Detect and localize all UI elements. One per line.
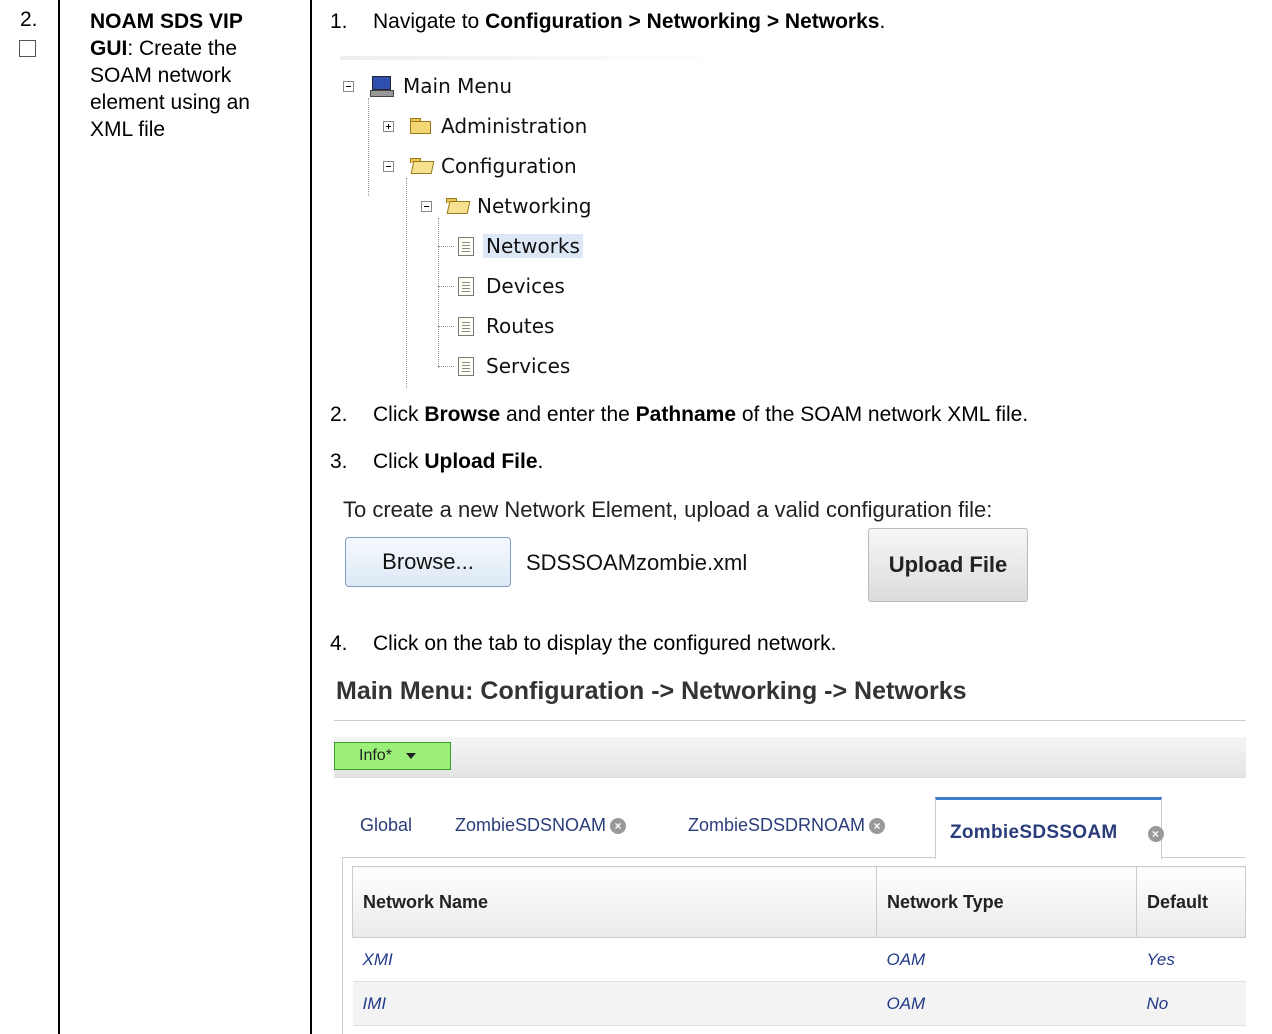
tree-item-devices[interactable]: Devices [458, 272, 568, 300]
instruction-3-end: . [537, 450, 544, 473]
tree-line [438, 366, 454, 367]
page-icon [458, 316, 474, 336]
instruction-3: 3. Click Upload File. [330, 450, 543, 474]
instruction-3-number: 3. [330, 450, 348, 473]
tab-label: Global [360, 815, 413, 835]
info-button[interactable]: Info* [334, 742, 451, 770]
step-description: NOAM SDS VIP GUI: Create the SOAM networ… [90, 8, 290, 143]
clipped-footer-text [345, 612, 1135, 618]
instruction-2-bold: Browse [424, 403, 501, 426]
tree-line [368, 98, 369, 196]
tree-label: Main Menu [403, 74, 513, 98]
tab-global[interactable]: Global [360, 815, 412, 836]
close-tab-icon[interactable]: × [869, 817, 886, 834]
step-number: 2. [20, 8, 38, 31]
table-row[interactable]: XMI OAM Yes [352, 937, 1246, 982]
instruction-1-bold: Configuration > Networking > Networks [485, 10, 880, 33]
tree-label: Administration [441, 114, 588, 138]
instruction-1: 1. Navigate to Configuration > Networking… [330, 10, 885, 34]
tree-line [438, 218, 439, 368]
instruction-1-text: Navigate to [373, 10, 486, 33]
instruction-1-number: 1. [330, 10, 348, 33]
table-row[interactable]: IMI OAM No [352, 981, 1246, 1026]
tab-zombiesdsnoam[interactable]: ZombieSDSNOAM × [455, 815, 627, 836]
title-divider [334, 720, 1246, 721]
table-border-middle [310, 0, 312, 1034]
page-icon [458, 276, 474, 296]
collapse-networking-icon[interactable] [421, 201, 432, 212]
tree-label: Devices [486, 274, 565, 298]
instruction-4: 4. Click on the tab to display the config… [330, 632, 836, 656]
chevron-down-icon [405, 753, 416, 759]
close-tab-icon[interactable]: × [610, 817, 627, 834]
collapse-configuration-icon[interactable] [383, 161, 394, 172]
tree-label: Configuration [441, 154, 577, 178]
instruction-1-end: . [879, 10, 886, 33]
tree-line [438, 326, 454, 327]
close-tab-icon[interactable]: × [1147, 826, 1164, 842]
instruction-2: 2. Click Browse and enter the Pathname of… [330, 403, 1028, 427]
collapse-main-menu-icon[interactable] [343, 81, 354, 92]
tree-item-main-menu[interactable]: Main Menu [370, 72, 515, 100]
tree-header-shade [340, 56, 738, 60]
tab-zombiesdsdrnoam[interactable]: ZombieSDSDRNOAM × [688, 815, 886, 836]
cell-network-name[interactable]: IMI [352, 981, 877, 1026]
open-folder-icon [446, 198, 471, 214]
tree-item-networks[interactable]: Networks [458, 232, 583, 260]
instruction-2-end: of the SOAM network XML file. [736, 403, 1029, 426]
tree-label: Networks [483, 234, 583, 258]
computer-icon [370, 76, 394, 97]
cell-default: No [1136, 981, 1246, 1026]
tree-line [438, 286, 454, 287]
instruction-4-number: 4. [330, 632, 348, 655]
tree-line [406, 178, 407, 388]
tab-label: ZombieSDSDRNOAM [688, 815, 866, 835]
page-title: Main Menu: Configuration -> Networking -… [336, 677, 967, 705]
instruction-4-text: Click on the tab to display the configur… [373, 632, 837, 655]
step-checkbox[interactable] [19, 40, 36, 57]
open-folder-icon [410, 158, 435, 174]
upload-prompt: To create a new Network Element, upload … [343, 497, 993, 522]
table-header-row: Network Name Network Type Default [352, 866, 1246, 938]
instruction-2-number: 2. [330, 403, 348, 426]
browse-button[interactable]: Browse... [345, 537, 511, 587]
tree-label: Routes [486, 314, 555, 338]
tree-line [438, 246, 454, 247]
main-menu-tree: Main Menu Administration Configuration N… [340, 56, 738, 388]
instruction-2-text: Click [373, 403, 425, 426]
active-tab-label: ZombieSDSSOAM × [950, 822, 1164, 844]
info-button-label: Info* [359, 747, 392, 764]
page-icon [458, 236, 474, 256]
tab-label: ZombieSDSSOAM [950, 822, 1118, 843]
tree-item-administration[interactable]: Administration [410, 112, 590, 140]
tab-label: ZombieSDSNOAM [455, 815, 607, 835]
folder-icon [410, 118, 432, 134]
upload-file-button[interactable]: Upload File [868, 528, 1028, 602]
column-header-network-name[interactable]: Network Name [352, 866, 877, 938]
tree-label: Services [486, 354, 571, 378]
tree-item-configuration[interactable]: Configuration [410, 152, 580, 180]
column-header-default[interactable]: Default [1136, 866, 1246, 938]
toolbar [334, 737, 1246, 778]
tree-item-routes[interactable]: Routes [458, 312, 557, 340]
expand-administration-icon[interactable] [383, 121, 394, 132]
instruction-2-bold2: Pathname [635, 403, 737, 426]
column-header-network-type[interactable]: Network Type [876, 866, 1137, 938]
cell-network-type: OAM [876, 981, 1137, 1026]
networks-table: Network Name Network Type Default XMI OA… [352, 866, 1246, 1026]
cell-default: Yes [1136, 937, 1246, 982]
tree-item-networking[interactable]: Networking [446, 192, 594, 220]
instruction-3-bold: Upload File [424, 450, 538, 473]
cell-network-name[interactable]: XMI [352, 937, 877, 982]
table-border-left [58, 0, 60, 1034]
instruction-3-text: Click [373, 450, 425, 473]
selected-filename: SDSSOAMzombie.xml [526, 550, 748, 575]
cell-network-type: OAM [876, 937, 1137, 982]
tree-item-services[interactable]: Services [458, 352, 573, 380]
tree-label: Networking [477, 194, 592, 218]
page-icon [458, 356, 474, 376]
instruction-2-mid: and enter the [500, 403, 636, 426]
